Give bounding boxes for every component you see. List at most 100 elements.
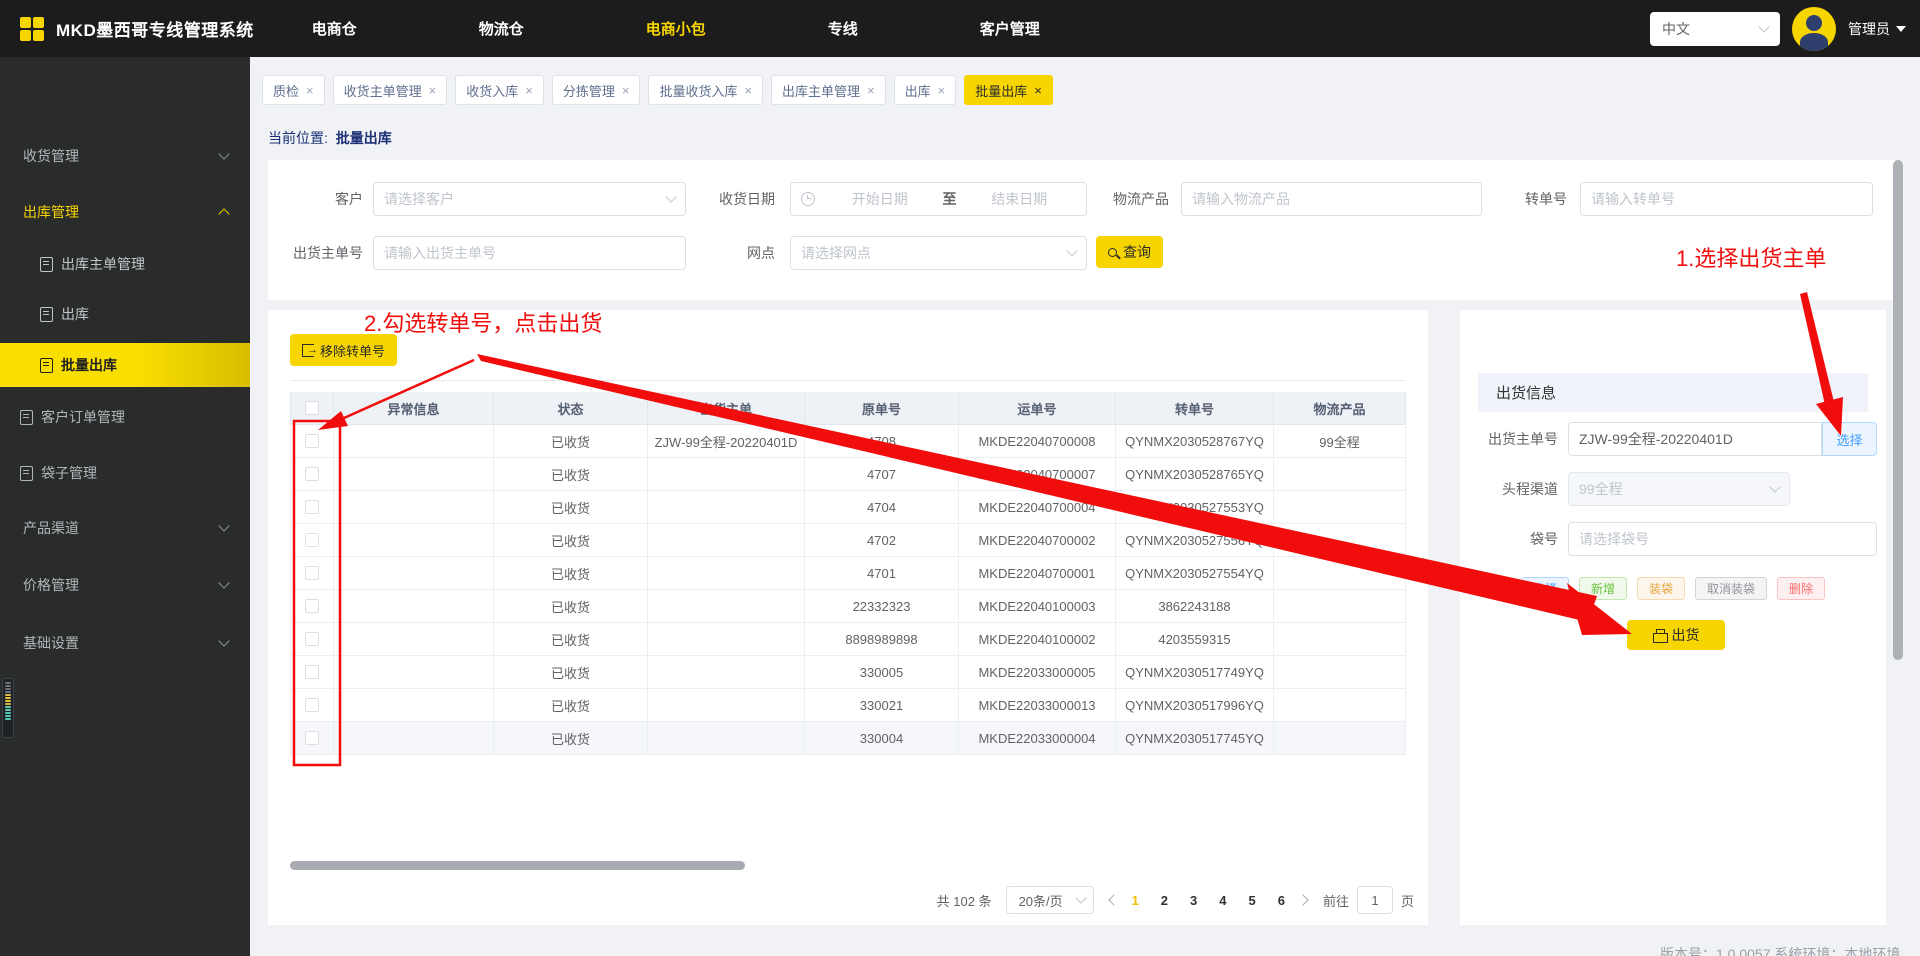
page-number[interactable]: 6 xyxy=(1278,893,1285,908)
customer-select[interactable]: 请选择客户 xyxy=(373,182,686,216)
sidebar-item-outbound-master[interactable]: 出库主单管理 xyxy=(0,242,250,286)
cell-logistics-product xyxy=(1274,458,1406,491)
tab[interactable]: 批量收货入库 xyxy=(648,75,764,105)
cell-original-no: 4701 xyxy=(805,557,959,590)
document-icon xyxy=(40,306,53,322)
page-number[interactable]: 1 xyxy=(1132,893,1139,908)
tab[interactable]: 出库 xyxy=(893,75,957,105)
cell-master xyxy=(648,524,805,557)
row-checkbox[interactable] xyxy=(305,500,319,514)
close-icon[interactable] xyxy=(867,83,875,98)
table-row: 已收货 4702 MKDE22040700002 QYNMX2030527556… xyxy=(290,524,1406,557)
first-leg-channel-select[interactable]: 99全程 xyxy=(1568,472,1790,506)
horizontal-scrollbar[interactable] xyxy=(290,861,745,870)
user-avatar[interactable] xyxy=(1792,6,1836,51)
goto-label: 前往 xyxy=(1322,893,1349,909)
shipment-master-no-input[interactable]: 请输入出货主单号 xyxy=(373,236,686,270)
tab[interactable]: 收货主单管理 xyxy=(332,75,448,105)
top-nav-item[interactable]: 电商小包 xyxy=(646,18,706,39)
goto-page-input[interactable] xyxy=(1356,886,1393,914)
bag-delete-button[interactable]: 删除 xyxy=(1777,577,1826,600)
tab[interactable]: 质检 xyxy=(262,75,325,105)
cell-waybill-no: MKDE22040700007 xyxy=(959,458,1116,491)
bag-pack-button[interactable]: 装袋 xyxy=(1636,577,1685,600)
sidebar-item-outbound[interactable]: 出库管理 xyxy=(0,190,250,234)
row-checkbox[interactable] xyxy=(305,698,319,712)
prev-page-button[interactable] xyxy=(1108,895,1118,905)
status-meter-widget[interactable] xyxy=(2,678,14,738)
page-number[interactable]: 3 xyxy=(1190,893,1197,908)
tab[interactable]: 出库主单管理 xyxy=(771,75,886,105)
receive-date-range[interactable]: 开始日期 至 结束日期 xyxy=(790,182,1087,216)
ship-master-input[interactable]: ZJW-99全程-20220401D xyxy=(1568,422,1822,456)
row-checkbox[interactable] xyxy=(305,533,319,547)
search-icon xyxy=(1108,247,1117,257)
row-checkbox[interactable] xyxy=(305,632,319,646)
top-nav-item[interactable]: 电商仓 xyxy=(312,18,357,39)
bag-add-button[interactable]: 新增 xyxy=(1578,577,1627,600)
page-size-select[interactable]: 20条/页 xyxy=(1005,886,1094,914)
sidebar-item-customer-orders[interactable]: 客户订单管理 xyxy=(0,395,250,439)
next-page-button[interactable] xyxy=(1299,895,1309,905)
breadcrumb-current: 批量出库 xyxy=(335,130,392,146)
sidebar-item-batch-outbound[interactable]: 批量出库 xyxy=(0,343,250,387)
row-checkbox[interactable] xyxy=(305,665,319,679)
close-icon[interactable] xyxy=(429,83,437,98)
user-menu[interactable]: 管理员 xyxy=(1848,19,1906,39)
row-checkbox[interactable] xyxy=(305,731,319,745)
sidebar-item-product-channel[interactable]: 产品渠道 xyxy=(0,506,250,550)
column-header: 出货主单 xyxy=(648,392,805,425)
page-number[interactable]: 4 xyxy=(1219,893,1226,908)
row-checkbox[interactable] xyxy=(305,434,319,448)
cell-master xyxy=(648,590,805,623)
column-header: 转单号 xyxy=(1116,392,1274,425)
select-all-checkbox[interactable] xyxy=(305,401,319,415)
close-icon[interactable] xyxy=(525,83,533,98)
close-icon[interactable] xyxy=(622,83,630,98)
close-icon[interactable] xyxy=(1034,83,1042,98)
cell-waybill-no: MKDE22040700001 xyxy=(959,557,1116,590)
close-icon[interactable] xyxy=(744,83,752,98)
tab[interactable]: 批量出库 xyxy=(964,75,1053,105)
sidebar-item-bag-management[interactable]: 袋子管理 xyxy=(0,451,250,495)
vertical-scrollbar[interactable] xyxy=(1893,160,1903,660)
sidebar-item-outbound-single[interactable]: 出库 xyxy=(0,292,250,336)
cell-original-no: 4704 xyxy=(805,491,959,524)
transfer-no-input[interactable]: 请输入转单号 xyxy=(1580,182,1873,216)
outlet-select[interactable]: 请选择网点 xyxy=(790,236,1087,270)
total-count: 共 102 条 xyxy=(936,893,992,909)
start-date-input[interactable]: 开始日期 xyxy=(823,189,937,209)
top-nav-item[interactable]: 物流仓 xyxy=(479,18,524,39)
cell-status: 已收货 xyxy=(494,458,648,491)
bag-select-button[interactable]: 选择 xyxy=(1520,577,1569,600)
page-number[interactable]: 5 xyxy=(1249,893,1256,908)
remove-transfer-button[interactable]: 移除转单号 xyxy=(290,334,398,366)
cell-master xyxy=(648,722,805,755)
row-checkbox[interactable] xyxy=(305,599,319,613)
ship-button[interactable]: 出货 xyxy=(1627,620,1725,650)
row-checkbox[interactable] xyxy=(305,566,319,580)
cell-original-no: 22332323 xyxy=(805,590,959,623)
batch-outbound-table-card: 移除转单号 异常信息 状态 出货主单 原单号 运单号 转单号 物流产品 已收货 … xyxy=(268,310,1428,925)
top-nav-item[interactable]: 客户管理 xyxy=(980,18,1040,39)
close-icon[interactable] xyxy=(938,83,946,98)
sidebar-item-basic-settings[interactable]: 基础设置 xyxy=(0,621,250,665)
select-master-button[interactable]: 选择 xyxy=(1822,422,1877,456)
tab[interactable]: 分拣管理 xyxy=(551,75,641,105)
page-number[interactable]: 2 xyxy=(1161,893,1168,908)
row-checkbox[interactable] xyxy=(305,467,319,481)
cell-waybill-no: MKDE22033000004 xyxy=(959,722,1116,755)
cell-logistics-product xyxy=(1274,656,1406,689)
search-button[interactable]: 查询 xyxy=(1096,236,1163,268)
close-icon[interactable] xyxy=(306,83,314,98)
logistics-product-input[interactable]: 请输入物流产品 xyxy=(1181,182,1482,216)
end-date-input[interactable]: 结束日期 xyxy=(963,189,1077,209)
language-select[interactable]: 中文 xyxy=(1650,11,1780,46)
bag-unpack-button[interactable]: 取消装袋 xyxy=(1695,577,1768,600)
top-nav-item[interactable]: 专线 xyxy=(828,18,858,39)
bag-no-input[interactable]: 请选择袋号 xyxy=(1568,522,1877,556)
cell-exception xyxy=(334,590,494,623)
sidebar-item-price-management[interactable]: 价格管理 xyxy=(0,563,250,607)
tab[interactable]: 收货入库 xyxy=(455,75,544,105)
sidebar-item-receiving[interactable]: 收货管理 xyxy=(0,134,250,178)
